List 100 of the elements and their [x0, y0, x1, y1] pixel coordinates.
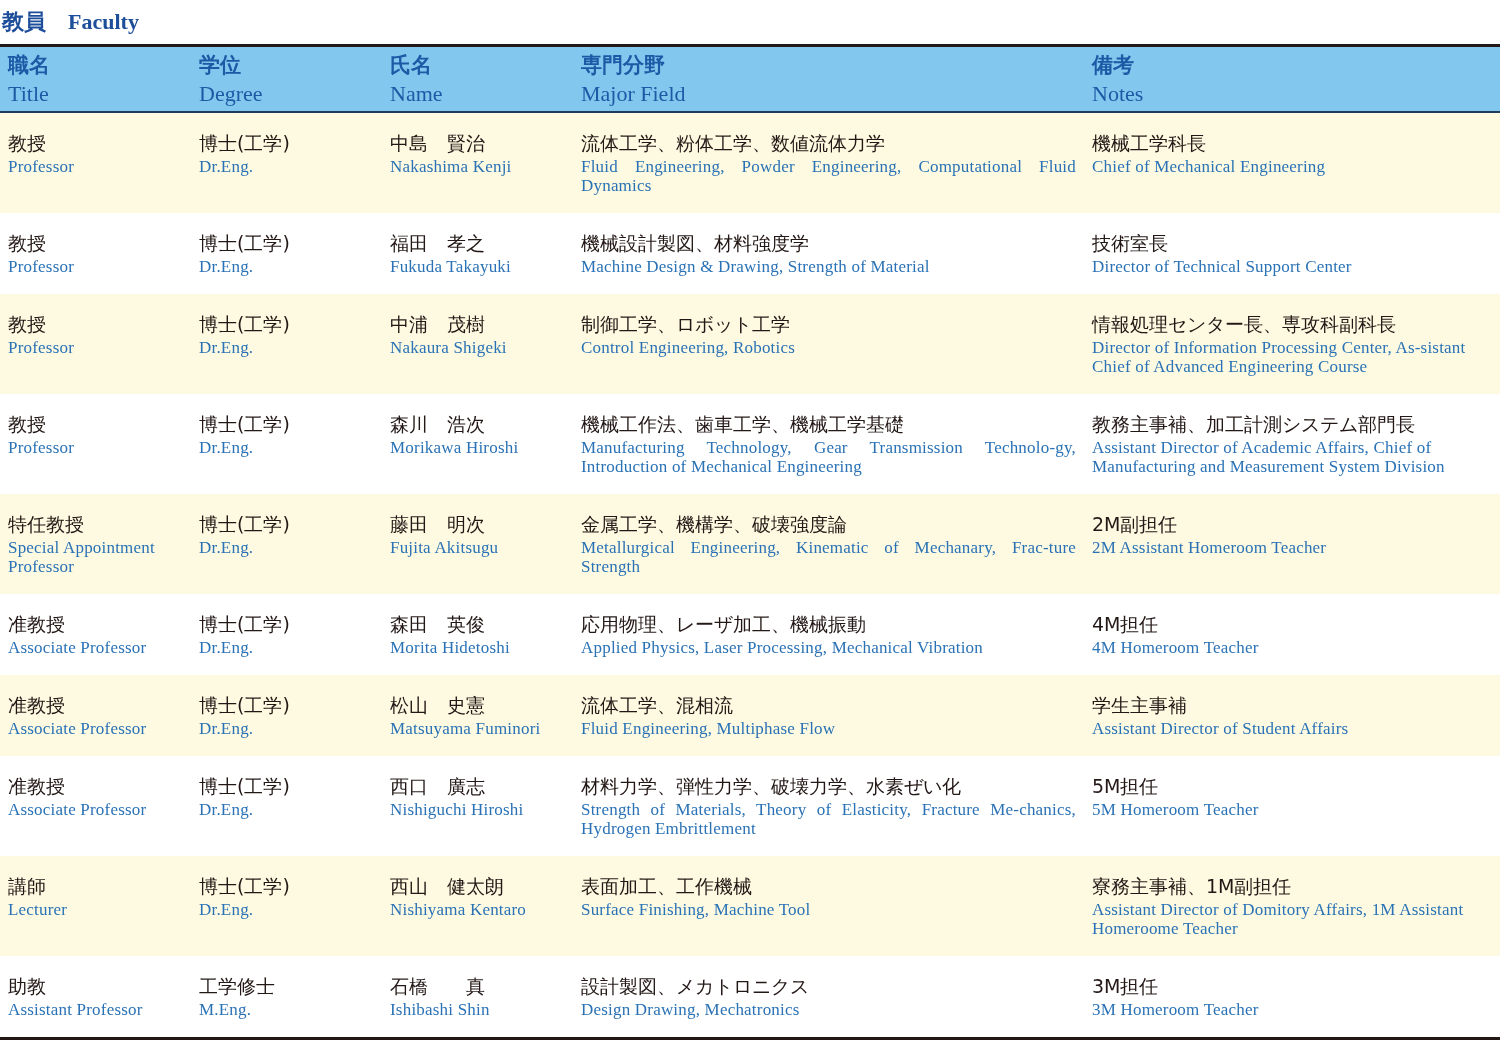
column-header: 専門分野: [581, 52, 666, 79]
cell-text: 流体工学、粉体工学、数値流体力学: [581, 131, 885, 156]
cell-text: 工学修士: [199, 974, 275, 999]
cell-text: 福田 孝之: [390, 231, 485, 256]
cell-text: 教授: [8, 131, 46, 156]
column-header: 学位: [199, 52, 242, 79]
cell-translation: Assistant Director of Student Affairs: [1092, 719, 1350, 738]
cell-text: 准教授: [8, 612, 65, 637]
cell-translation: Dr.Eng.: [199, 438, 255, 457]
cell-translation: Associate Professor: [8, 719, 148, 738]
cell-text: 特任教授: [8, 512, 84, 537]
cell-text: 博士(工学): [199, 312, 290, 337]
cell-translation: Professor: [8, 338, 75, 357]
cell-text: 博士(工学): [199, 512, 290, 537]
cell-text: 金属工学、機構学、破壊強度論: [581, 512, 847, 537]
cell-translation: Associate Professor: [8, 638, 148, 657]
cell-text: 設計製図、メカトロニクス: [581, 974, 809, 999]
cell-translation: Matsuyama Fuminori: [390, 719, 542, 738]
cell-translation: Chief of Mechanical Engineering: [1092, 157, 1327, 176]
cell-text: 教授: [8, 231, 46, 256]
cell-translation: Director of Information Processing Center, As-sistant Chief of Advanced Engineering Course: [1092, 338, 1467, 376]
cell-text: 表面加工、工作機械: [581, 874, 752, 899]
cell-text: 森川 浩次: [390, 412, 485, 437]
cell-text: 技術室長: [1092, 231, 1168, 256]
cell-translation: Metallurgical Engineering, Kinematic of Mechanary, Frac-ture Strength: [581, 538, 1076, 576]
cell-text: 教授: [8, 312, 46, 337]
column-header-english: Name: [390, 80, 443, 108]
cell-text: 機械工学科長: [1092, 131, 1206, 156]
cell-translation: Professor: [8, 157, 75, 176]
cell-translation: 5M Homeroom Teacher: [1092, 800, 1260, 819]
cell-translation: Dr.Eng.: [199, 538, 255, 557]
cell-translation: 3M Homeroom Teacher: [1092, 1000, 1260, 1019]
cell-text: 准教授: [8, 774, 65, 799]
cell-translation: Design Drawing, Mechatronics: [581, 1000, 801, 1019]
cell-translation: Dr.Eng.: [199, 800, 255, 819]
cell-translation: Machine Design & Drawing, Strength of Material: [581, 257, 931, 276]
cell-text: 森田 英俊: [390, 612, 485, 637]
cell-translation: Director of Technical Support Center: [1092, 257, 1353, 276]
cell-text: 博士(工学): [199, 231, 290, 256]
cell-translation: Professor: [8, 257, 75, 276]
cell-translation: M.Eng.: [199, 1000, 253, 1019]
cell-translation: Associate Professor: [8, 800, 148, 819]
cell-text: 博士(工学): [199, 874, 290, 899]
cell-translation: Professor: [8, 438, 75, 457]
cell-translation: Control Engineering, Robotics: [581, 338, 797, 357]
cell-translation: Nishiguchi Hiroshi: [390, 800, 525, 819]
cell-text: 学生主事補: [1092, 693, 1187, 718]
cell-translation: Dr.Eng.: [199, 900, 255, 919]
cell-translation: Assistant Director of Domitory Affairs, 1M Assistant Homeroome Teacher: [1092, 900, 1465, 938]
column-header: 備考: [1092, 52, 1135, 79]
cell-text: 流体工学、混相流: [581, 693, 733, 718]
cell-translation: Ishibashi Shin: [390, 1000, 491, 1019]
cell-text: 博士(工学): [199, 774, 290, 799]
cell-text: 情報処理センター長、専攻科副科長: [1092, 312, 1396, 337]
cell-translation: Morikawa Hiroshi: [390, 438, 520, 457]
cell-text: 機械工作法、歯車工学、機械工学基礎: [581, 412, 904, 437]
cell-translation: Special Appointment Professor: [8, 538, 156, 576]
cell-text: 2M副担任: [1092, 512, 1178, 537]
section-title-english: Faculty: [68, 9, 139, 35]
cell-translation: Dr.Eng.: [199, 257, 255, 276]
cell-text: 准教授: [8, 693, 65, 718]
cell-translation: Nishiyama Kentaro: [390, 900, 528, 919]
cell-translation: Strength of Materials, Theory of Elasticity, Fracture Me-chanics, Hydrogen Embrittlement: [581, 800, 1076, 838]
column-header-english: Notes: [1092, 80, 1144, 108]
cell-translation: Dr.Eng.: [199, 638, 255, 657]
cell-translation: Morita Hidetoshi: [390, 638, 511, 657]
cell-text: 4M担任: [1092, 612, 1159, 637]
cell-text: 藤田 明次: [390, 512, 485, 537]
cell-translation: 4M Homeroom Teacher: [1092, 638, 1260, 657]
cell-translation: Fujita Akitsugu: [390, 538, 500, 557]
column-header: 氏名: [390, 52, 433, 79]
cell-text: 制御工学、ロボット工学: [581, 312, 790, 337]
column-header-english: Title: [8, 80, 49, 108]
cell-text: 石橋 真: [390, 974, 485, 999]
cell-translation: 2M Assistant Homeroom Teacher: [1092, 538, 1328, 557]
cell-text: 博士(工学): [199, 612, 290, 637]
cell-text: 講師: [8, 874, 46, 899]
cell-translation: Nakashima Kenji: [390, 157, 513, 176]
cell-text: 西山 健太朗: [390, 874, 504, 899]
cell-text: 中浦 茂樹: [390, 312, 485, 337]
column-header-english: Major Field: [581, 80, 686, 108]
cell-text: 中島 賢治: [390, 131, 485, 156]
cell-translation: Fluid Engineering, Multiphase Flow: [581, 719, 837, 738]
cell-text: 博士(工学): [199, 412, 290, 437]
column-header: 職名: [8, 52, 51, 79]
cell-text: 機械設計製図、材料強度学: [581, 231, 809, 256]
cell-text: 応用物理、レーザ加工、機械振動: [581, 612, 866, 637]
cell-text: 3M担任: [1092, 974, 1159, 999]
cell-translation: Fukuda Takayuki: [390, 257, 512, 276]
cell-translation: Dr.Eng.: [199, 338, 255, 357]
cell-text: 5M担任: [1092, 774, 1159, 799]
cell-text: 助教: [8, 974, 46, 999]
cell-translation: Dr.Eng.: [199, 719, 255, 738]
cell-translation: Lecturer: [8, 900, 69, 919]
cell-translation: Fluid Engineering, Powder Engineering, Computational Fluid Dynamics: [581, 157, 1076, 195]
cell-text: 松山 史憲: [390, 693, 485, 718]
cell-text: 寮務主事補、1M副担任: [1092, 874, 1292, 899]
cell-translation: Assistant Director of Academic Affairs, Chief of Manufacturing and Measurement System Division: [1092, 438, 1446, 476]
section-title: 教員: [2, 8, 46, 36]
cell-translation: Manufacturing Technology, Gear Transmission Technolo-gy, Introduction of Mechanical Engineering: [581, 438, 1076, 476]
